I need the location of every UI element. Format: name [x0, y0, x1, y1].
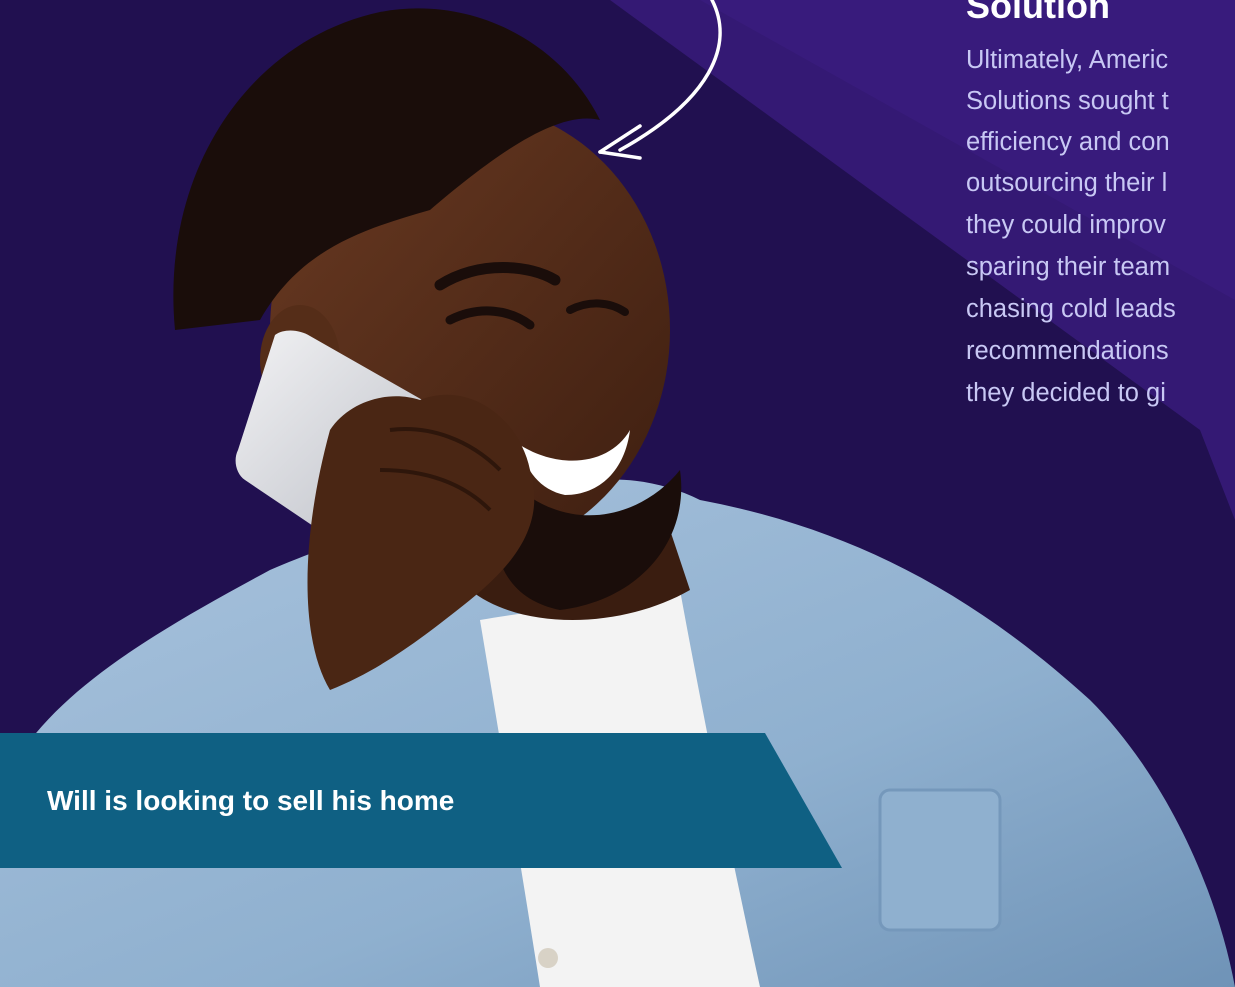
solution-line: outsourcing their l: [966, 169, 1168, 197]
caption-banner: Will is looking to sell his home: [0, 733, 842, 868]
solution-panel: Solution Ultimately, Americ Solutions so…: [966, 0, 1235, 470]
solution-line: they could improv: [966, 211, 1166, 239]
solution-line: sparing their team: [966, 253, 1171, 281]
solution-heading: Solution: [966, 0, 1110, 26]
solution-line: Solutions sought t: [966, 87, 1169, 115]
solution-line: they decided to gi: [966, 379, 1166, 407]
solution-line: efficiency and con: [966, 128, 1170, 156]
solution-line: chasing cold leads: [966, 295, 1176, 323]
solution-line: recommendations: [966, 337, 1169, 365]
solution-line: Ultimately, Americ: [966, 46, 1169, 74]
caption-text: Will is looking to sell his home: [47, 785, 455, 816]
